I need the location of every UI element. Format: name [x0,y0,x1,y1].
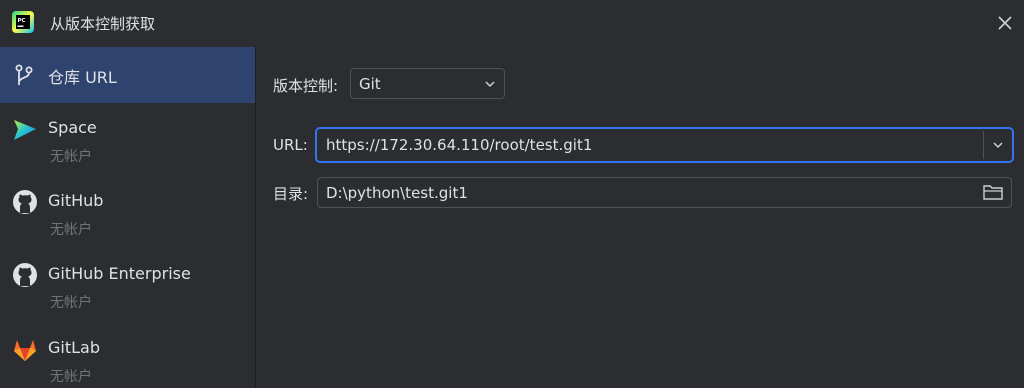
chevron-down-icon [485,81,495,88]
sidebar-item-repository-url[interactable]: 仓库 URL [0,47,255,103]
url-history-dropdown[interactable] [984,129,1012,161]
svg-text:PC: PC [18,18,26,24]
vcs-label: 版本控制: [273,77,339,95]
sidebar-item-label: GitHub [48,191,104,210]
sidebar-item-account-status: 无帐户 [50,149,92,165]
url-input[interactable] [317,129,982,161]
chevron-down-icon [993,142,1003,149]
space-icon [14,120,36,140]
window-title: 从版本控制获取 [50,15,156,33]
sidebar-item-github[interactable]: GitHub 无帐户 [0,177,255,250]
directory-label: 目录: [273,185,309,203]
sidebar-item-account-status: 无帐户 [50,295,92,311]
sidebar-item-label: GitLab [48,338,100,357]
vcs-select[interactable]: Git [350,68,505,99]
github-icon [13,190,37,214]
url-field [315,127,1014,163]
gitlab-icon [14,340,36,361]
github-icon [13,263,37,287]
sidebar-item-github-enterprise[interactable]: GitHub Enterprise 无帐户 [0,250,255,324]
directory-field [317,177,1012,208]
close-icon [998,16,1012,30]
sidebar-item-label: 仓库 URL [48,68,117,87]
sidebar-item-account-status: 无帐户 [50,222,92,238]
sidebar: 仓库 URL Space 无帐户 GitHub 无帐户 GitHub Enter… [0,47,256,388]
sidebar-item-space[interactable]: Space 无帐户 [0,103,255,177]
sidebar-item-account-status: 无帐户 [50,369,92,385]
pycharm-icon: PC [12,11,34,33]
url-label: URL: [273,136,308,154]
title-bar: PC 从版本控制获取 [0,0,1024,47]
folder-icon[interactable] [982,182,1004,202]
sidebar-item-label: Space [48,118,97,137]
vcs-select-value: Git [359,75,381,93]
directory-input[interactable] [318,178,968,207]
sidebar-item-label: GitHub Enterprise [48,264,191,283]
vcs-branch-icon [15,64,33,85]
close-button[interactable] [994,12,1016,34]
sidebar-item-gitlab[interactable]: GitLab 无帐户 [0,324,255,388]
